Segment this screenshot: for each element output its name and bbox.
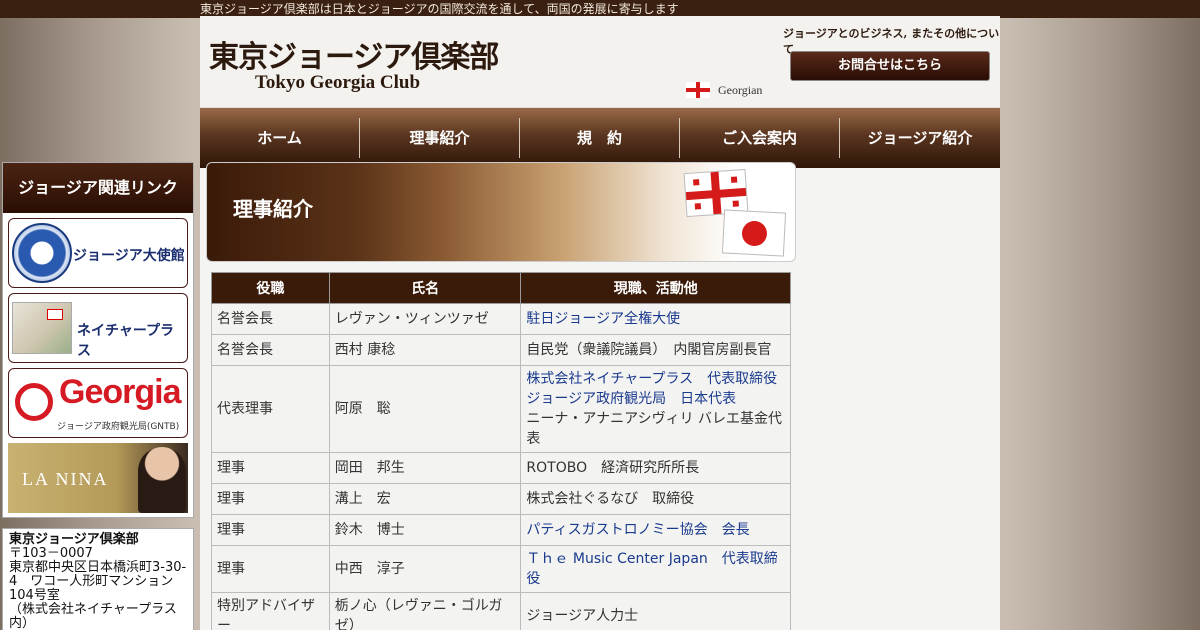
cell-name: 鈴木 博士	[328, 514, 522, 546]
georgia-logo-icon	[15, 383, 53, 421]
table-row: 理事 中西 淳子 Ｔｈｅ Music Center Japan 代表取締役	[211, 545, 791, 593]
cell-activities: 株式会社ぐるなび 取締役	[520, 483, 791, 515]
header-role: 役職	[211, 272, 330, 304]
cell-activities: ジョージア人力士	[520, 592, 791, 630]
main-nav: ホーム 理事紹介 規 約 ご入会案内 ジョージア紹介	[200, 108, 1000, 168]
nav-item-directors[interactable]: 理事紹介	[360, 118, 520, 158]
cell-activities: 自民党（衆議院議員） 内閣官房副長官	[520, 334, 791, 366]
lanina-label: LA NINA	[22, 469, 109, 489]
cell-role: 理事	[211, 452, 330, 484]
cell-activities: 駐日ジョージア全権大使	[520, 303, 791, 335]
sidebar: ジョージア関連リンク ジョージア大使館 ネイチャープラス Georgia ジョー…	[2, 162, 194, 630]
main-content: 理事紹介 役職 氏名 現職、活動他 名誉会長 レヴァン・ツィンツァゼ 駐日ジョージア…	[206, 162, 796, 630]
header-name: 氏名	[328, 272, 522, 304]
georgian-link-label: Georgian	[718, 82, 763, 97]
embassy-link-label: ジョージア大使館	[73, 248, 185, 264]
natureplus-link-label: ネイチャープラス	[77, 323, 175, 359]
address-line1: 東京都中央区日本橋浜町3-30-4 ワコー人形町マンション104号室	[9, 560, 187, 603]
activity-link[interactable]: ジョージア政府観光局 日本代表	[526, 389, 785, 409]
club-address: 東京ジョージア倶楽部 〒103－0007 東京都中央区日本橋浜町3-30-4 ワ…	[2, 528, 194, 630]
natureplus-link[interactable]: ネイチャープラス	[8, 293, 188, 363]
activity-link[interactable]: 株式会社ネイチャープラス 代表取締役	[526, 369, 785, 389]
cell-activities: Ｔｈｅ Music Center Japan 代表取締役	[520, 545, 791, 593]
activity-link[interactable]: パティスガストロノミー協会 会長	[526, 520, 785, 540]
georgia-flag-icon	[686, 82, 710, 98]
activity-text: 自民党（衆議院議員） 内閣官房副長官	[526, 342, 772, 358]
gntb-link-sub: ジョージア政府観光局(GNTB)	[57, 422, 180, 432]
logo-english[interactable]: Tokyo Georgia Club	[255, 72, 420, 94]
cell-role: 理事	[211, 545, 330, 593]
nav-item-georgia-intro[interactable]: ジョージア紹介	[840, 118, 1000, 158]
gntb-link[interactable]: Georgia ジョージア政府観光局(GNTB)	[8, 368, 188, 438]
activity-text: 株式会社ぐるなび 取締役	[526, 491, 695, 507]
address-postal: 〒103－0007	[9, 546, 93, 561]
map-icon	[12, 302, 72, 354]
page-banner: 理事紹介	[206, 162, 796, 262]
cell-name: 栃ノ心（レヴァニ・ゴルガゼ）	[328, 592, 522, 630]
portrait-image	[138, 447, 186, 513]
cell-name: 岡田 邦生	[328, 452, 522, 484]
cell-role: 理事	[211, 514, 330, 546]
activity-text: ニーナ・アナニアシヴィリ バレエ基金代表	[526, 411, 783, 447]
nav-item-membership[interactable]: ご入会案内	[680, 118, 840, 158]
activity-link[interactable]: Ｔｈｅ Music Center Japan 代表取締役	[526, 549, 785, 589]
nav-item-rules[interactable]: 規 約	[520, 118, 680, 158]
related-links-title: ジョージア関連リンク	[3, 163, 193, 213]
cell-role: 理事	[211, 483, 330, 515]
site-header: 東京ジョージア倶楽部 Tokyo Georgia Club Georgian ジ…	[200, 16, 1000, 108]
address-line2: （株式会社ネイチャープラス内）	[9, 602, 177, 630]
georgian-language-link[interactable]: Georgian	[686, 82, 762, 98]
contact-button[interactable]: お問合せはこちら	[790, 51, 990, 81]
embassy-emblem-icon	[12, 223, 72, 283]
header-activities: 現職、活動他	[520, 272, 791, 304]
page-title: 理事紹介	[233, 197, 313, 221]
table-row: 名誉会長 西村 康稔 自民党（衆議院議員） 内閣官房副長官	[211, 334, 791, 366]
logo-japanese[interactable]: 東京ジョージア倶楽部	[209, 32, 499, 76]
cell-role: 名誉会長	[211, 303, 330, 335]
cell-role: 代表理事	[211, 365, 330, 453]
cell-activities: 株式会社ネイチャープラス 代表取締役 ジョージア政府観光局 日本代表 ニーナ・アナニ…	[520, 365, 791, 453]
japan-flag-icon	[721, 209, 787, 257]
cell-name: 阿原 聡	[328, 365, 522, 453]
related-links-box: ジョージア関連リンク ジョージア大使館 ネイチャープラス Georgia ジョー…	[2, 162, 194, 518]
table-header-row: 役職 氏名 現職、活動他	[211, 272, 791, 304]
table-row: 特別アドバイザー 栃ノ心（レヴァニ・ゴルガゼ） ジョージア人力士	[211, 592, 791, 630]
gntb-link-label: Georgia	[59, 373, 181, 411]
activity-link[interactable]: 駐日ジョージア全権大使	[526, 309, 785, 329]
directors-table: 役職 氏名 現職、活動他 名誉会長 レヴァン・ツィンツァゼ 駐日ジョージア全権大使名…	[211, 272, 791, 630]
embassy-link[interactable]: ジョージア大使館	[8, 218, 188, 288]
cell-activities: ROTOBO 経済研究所所長	[520, 452, 791, 484]
table-row: 理事 溝上 宏株式会社ぐるなび 取締役	[211, 483, 791, 515]
cell-name: 中西 淳子	[328, 545, 522, 593]
table-row: 名誉会長 レヴァン・ツィンツァゼ 駐日ジョージア全権大使	[211, 303, 791, 335]
activity-text: ジョージア人力士	[526, 608, 639, 624]
table-row: 代表理事 阿原 聡株式会社ネイチャープラス 代表取締役 ジョージア政府観光局 日本代…	[211, 365, 791, 453]
cell-role: 特別アドバイザー	[211, 592, 330, 630]
table-row: 理事 岡田 邦生 ROTOBO 経済研究所所長	[211, 452, 791, 484]
activity-text: ROTOBO 経済研究所所長	[526, 460, 700, 476]
address-club-name: 東京ジョージア倶楽部	[9, 532, 139, 547]
cell-name: レヴァン・ツィンツァゼ	[328, 303, 522, 335]
lanina-link[interactable]: LA NINA	[8, 443, 188, 513]
cell-activities: パティスガストロノミー協会 会長	[520, 514, 791, 546]
nav-item-home[interactable]: ホーム	[200, 118, 360, 158]
cell-name: 溝上 宏	[328, 483, 522, 515]
cell-role: 名誉会長	[211, 334, 330, 366]
table-row: 理事 鈴木 博士 パティスガストロノミー協会 会長	[211, 514, 791, 546]
cell-name: 西村 康稔	[328, 334, 522, 366]
